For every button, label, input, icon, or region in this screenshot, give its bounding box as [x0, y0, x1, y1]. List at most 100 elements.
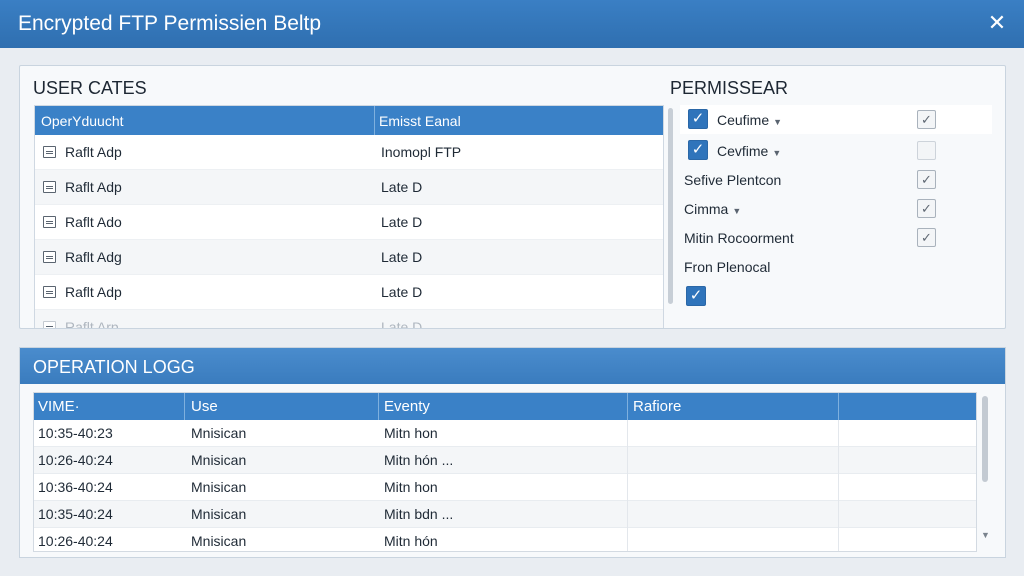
log-row[interactable]: 10:26-40:24 Mnisican Mitn hón ...	[34, 447, 976, 474]
file-icon	[43, 251, 56, 263]
operation-log-table: VIME· Use Eventy Rafiore 10:35-40:23 Mni…	[33, 392, 977, 552]
log-event: Mitn hón ...	[384, 452, 454, 468]
users-scrollbar[interactable]	[668, 108, 673, 304]
column-divider	[184, 393, 185, 420]
log-event: Mitn hón	[384, 533, 438, 549]
operation-log-panel: OPERATION LOGG VIME· Use Eventy Rafiore …	[19, 347, 1006, 558]
checkmark-icon[interactable]: ✓	[917, 199, 936, 218]
checkmark-icon[interactable]: ✓	[688, 140, 708, 160]
permission-item[interactable]: Mitin Rocoorment ✓	[680, 223, 992, 252]
file-icon	[43, 286, 56, 298]
column-divider	[627, 393, 628, 420]
log-event: Mitn bdn ...	[384, 506, 454, 522]
log-time: 10:26-40:24	[38, 452, 113, 468]
log-row[interactable]: 10:26-40:24 Mnisican Mitn hón	[34, 528, 976, 551]
user-value: Late D	[381, 214, 423, 230]
operation-log-title: OPERATION LOGG	[33, 357, 195, 377]
log-event: Mitn hon	[384, 479, 438, 495]
user-value: Inomopl FTP	[381, 144, 462, 160]
user-name: Raflt Arp	[65, 319, 119, 329]
close-icon[interactable]: ✕	[984, 10, 1010, 36]
log-time: 10:26-40:24	[38, 533, 113, 549]
permission-item[interactable]: Cimma ▼ ✓	[680, 194, 992, 223]
user-row[interactable]: Raflt Adp Inomopl FTP	[35, 135, 663, 170]
checkmark-icon[interactable]: ✓	[917, 110, 936, 129]
log-row[interactable]: 10:35-40:24 Mnisican Mitn bdn ...	[34, 501, 976, 528]
users-section-title: USER CATES	[33, 78, 147, 98]
column-header-email[interactable]: Emisst Eanal	[379, 113, 461, 129]
column-header-result[interactable]: Rafiore	[633, 398, 681, 415]
title-bar: Encrypted FTP Permissien Beltp ✕	[0, 0, 1024, 48]
log-user: Mnisican	[191, 506, 247, 522]
log-time: 10:35-40:24	[38, 506, 113, 522]
permission-item[interactable]: Sefive Plentcon ✓	[680, 165, 992, 194]
user-row[interactable]: Raflt Adp Late D	[35, 170, 663, 205]
log-row[interactable]: 10:36-40:24 Mnisican Mitn hon	[34, 474, 976, 501]
permission-item[interactable]: ✓ Cevfime ▼	[680, 136, 992, 165]
cell-divider	[838, 447, 839, 474]
permission-label: Ceufime ▼	[717, 112, 783, 128]
log-row[interactable]: 10:35-40:23 Mnisican Mitn hon	[34, 420, 976, 447]
log-user: Mnisican	[191, 452, 247, 468]
scrollbar-thumb[interactable]	[982, 396, 988, 482]
empty-checkbox[interactable]	[917, 141, 936, 160]
checkmark-icon[interactable]: ✓	[917, 170, 936, 189]
caret-down-icon[interactable]: ▼	[772, 148, 781, 158]
file-icon	[43, 146, 56, 158]
users-table: OperYduucht Emisst Eanal Raflt Adp Inomo…	[34, 105, 664, 329]
cell-divider	[627, 447, 628, 474]
user-name: Raflt Adp	[65, 179, 122, 195]
caret-down-icon[interactable]: ▼	[732, 206, 741, 216]
user-name: Raflt Adp	[65, 284, 122, 300]
column-header-user[interactable]: Use	[191, 398, 218, 415]
file-icon	[43, 321, 56, 328]
user-row[interactable]: Raflt Arp Late D	[35, 310, 663, 329]
checkmark-icon[interactable]: ✓	[688, 109, 708, 129]
user-row[interactable]: Raflt Adg Late D	[35, 240, 663, 275]
log-user: Mnisican	[191, 533, 247, 549]
file-icon	[43, 216, 56, 228]
user-name: Raflt Ado	[65, 214, 122, 230]
log-user: Mnisican	[191, 425, 247, 441]
cell-divider	[838, 420, 839, 447]
log-time: 10:35-40:23	[38, 425, 113, 441]
chevron-down-icon[interactable]: ▼	[981, 530, 990, 540]
log-scrollbar[interactable]: ▼	[981, 396, 990, 546]
permission-item[interactable]: Fron Plenocal	[680, 252, 992, 281]
column-header-time[interactable]: VIME·	[38, 398, 80, 415]
permissions-list: ✓ Ceufime ▼ ✓ ✓ Cevfime ▼ Sefive Plentcon …	[680, 105, 992, 325]
checkmark-icon[interactable]: ✓	[686, 286, 706, 306]
cell-divider	[627, 501, 628, 528]
cell-divider	[838, 474, 839, 501]
user-row[interactable]: Raflt Ado Late D	[35, 205, 663, 240]
permission-label: Cevfime ▼	[717, 143, 782, 159]
user-name: Raflt Adp	[65, 144, 122, 160]
column-divider	[378, 393, 379, 420]
column-divider	[374, 106, 375, 135]
caret-down-icon[interactable]: ▼	[773, 117, 782, 127]
users-permissions-panel: USER CATES PERMISSEAR OperYduucht Emisst…	[19, 65, 1006, 329]
user-value: Late D	[381, 284, 423, 300]
cell-divider	[627, 420, 628, 447]
user-row[interactable]: Raflt Adp Late D	[35, 275, 663, 310]
checkmark-icon[interactable]: ✓	[917, 228, 936, 247]
cell-divider	[838, 501, 839, 528]
window-title: Encrypted FTP Permissien Beltp	[18, 12, 322, 35]
user-name: Raflt Adg	[65, 249, 122, 265]
log-user: Mnisican	[191, 479, 247, 495]
permission-label: Fron Plenocal	[684, 259, 771, 275]
column-divider	[838, 393, 839, 420]
file-icon	[43, 181, 56, 193]
log-table-header: VIME· Use Eventy Rafiore	[34, 393, 976, 420]
permissions-section-title: PERMISSEAR	[670, 78, 789, 98]
column-header-event[interactable]: Eventy	[384, 398, 430, 415]
cell-divider	[627, 474, 628, 501]
user-value: Late D	[381, 249, 423, 265]
log-time: 10:36-40:24	[38, 479, 113, 495]
cell-divider	[627, 528, 628, 551]
users-table-header: OperYduucht Emisst Eanal	[35, 106, 663, 135]
permission-label: Mitin Rocoorment	[684, 230, 794, 246]
permission-item[interactable]: ✓ Ceufime ▼ ✓	[680, 105, 992, 134]
column-header-user[interactable]: OperYduucht	[41, 113, 124, 129]
user-value: Late D	[381, 319, 423, 329]
